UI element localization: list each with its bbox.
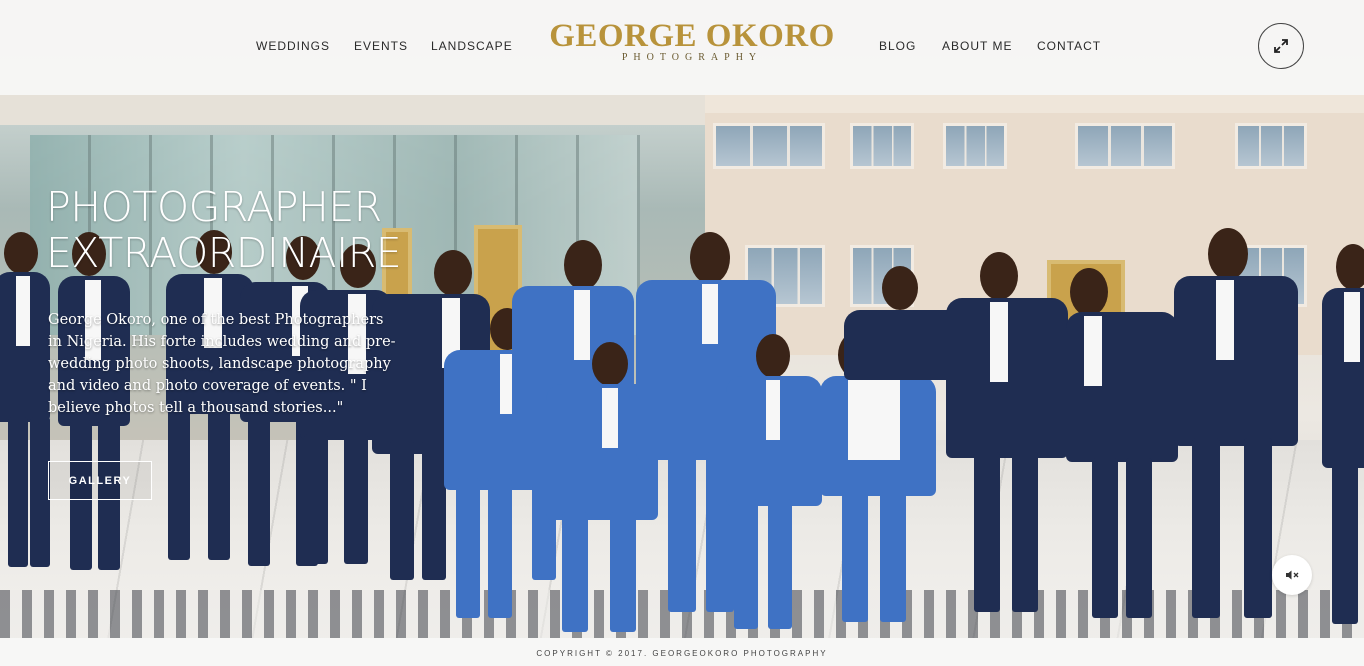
gallery-button[interactable]: GALLERY [48, 461, 152, 500]
nav-contact[interactable]: CONTACT [1037, 39, 1101, 53]
hero-title: PHOTOGRAPHER EXTRAORDINAIRE [46, 183, 402, 277]
hero-description: George Okoro, one of the best Photograph… [48, 312, 396, 416]
site-logo[interactable]: GEORGE OKORO PHOTOGRAPHY [545, 18, 839, 63]
nav-landscape[interactable]: LANDSCAPE [431, 39, 513, 53]
nav-weddings[interactable]: WEDDINGS [256, 39, 330, 53]
speaker-muted-icon [1286, 570, 1299, 580]
nav-about-me[interactable]: ABOUT ME [942, 39, 1012, 53]
nav-events[interactable]: EVENTS [354, 39, 408, 53]
expand-icon [1274, 39, 1288, 53]
site-header: WEDDINGS EVENTS LANDSCAPE GEORGE OKORO P… [0, 0, 1364, 95]
copyright-text: COPYRIGHT © 2017. GEORGEOKORO PHOTOGRAPH… [536, 649, 828, 658]
logo-wordmark: GEORGE OKORO [549, 18, 835, 54]
fullscreen-button[interactable] [1258, 23, 1304, 69]
nav-blog[interactable]: BLOG [879, 39, 916, 53]
mute-button[interactable] [1272, 555, 1312, 595]
site-footer: COPYRIGHT © 2017. GEORGEOKORO PHOTOGRAPH… [0, 638, 1364, 666]
